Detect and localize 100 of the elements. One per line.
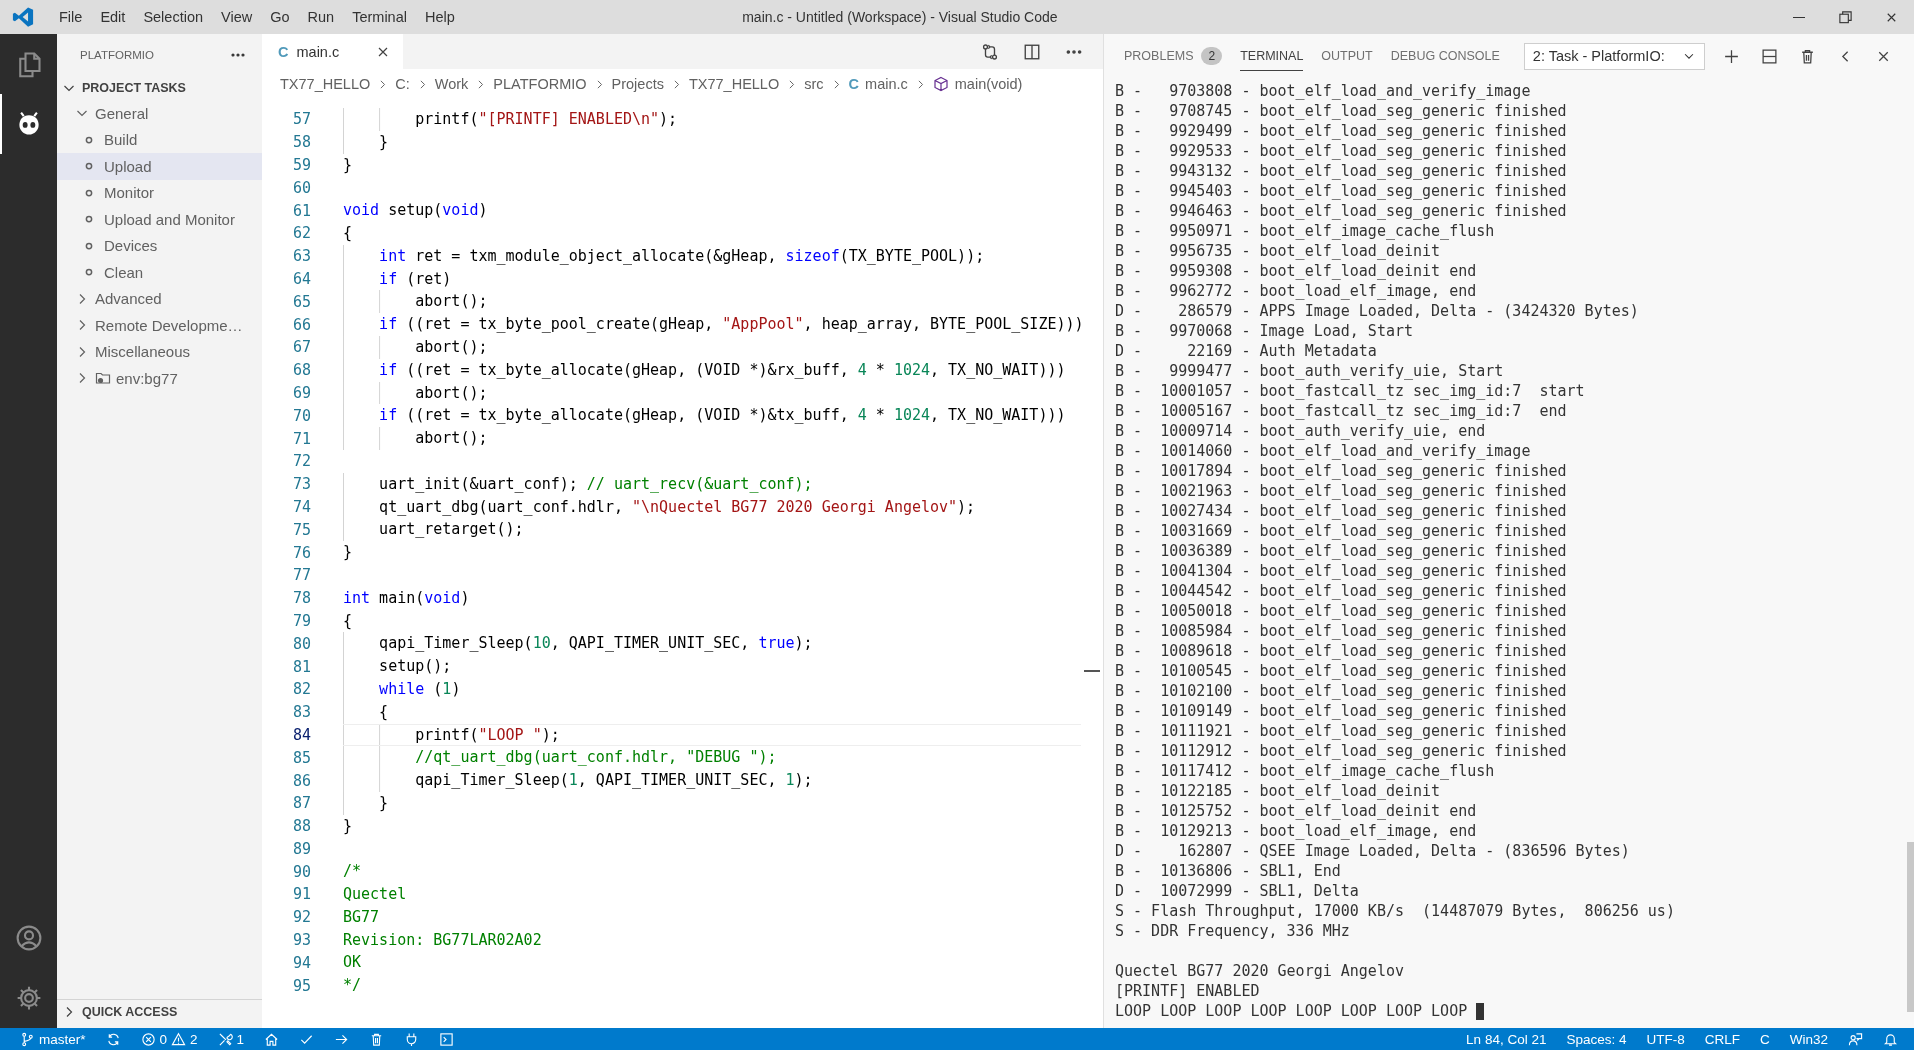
- breadcrumb-item[interactable]: TX77_HELLO: [688, 76, 780, 92]
- code-line: if ((ret = tx_byte_allocate(gHeap, (VOID *)&rx_buff, 4 * 1024, TX_NO_WAIT))): [343, 358, 1081, 382]
- account-icon[interactable]: [14, 924, 43, 952]
- tree-item[interactable]: Upload and Monitor: [57, 206, 262, 233]
- breadcrumb-item[interactable]: Projects: [611, 76, 664, 92]
- folder-icon: [95, 370, 111, 387]
- code-line: int ret = txm_module_object_allocate(&gHeap, sizeof(TX_BYTE_POOL));: [343, 244, 1081, 268]
- code-line: /*: [343, 861, 363, 883]
- tree-item[interactable]: Monitor: [57, 179, 262, 206]
- menu-item[interactable]: Selection: [134, 0, 213, 34]
- tree-item[interactable]: Miscellaneous: [57, 338, 262, 365]
- code-line: }: [343, 815, 354, 837]
- tree-item[interactable]: Clean: [57, 259, 262, 286]
- terminal-line: B - 10050018 - boot_elf_load_seg_generic finished: [1115, 601, 1568, 621]
- terminal-line: B - 10109149 - boot_elf_load_seg_generic finished: [1115, 701, 1568, 721]
- menu-item[interactable]: Run: [298, 0, 344, 34]
- terminal-line: S - Flash Throughput, 17000 KB/s (14487079 Bytes, 806256 us): [1115, 901, 1676, 921]
- problems-button[interactable]: 0 2: [130, 1028, 208, 1050]
- line-number: 87: [291, 794, 311, 813]
- terminal-line: B - 10129213 - boot_load_elf_image, end: [1115, 821, 1478, 841]
- terminal-line: B - 9959308 - boot_elf_load_deinit end: [1115, 261, 1478, 281]
- code-line: abort();: [343, 335, 1081, 359]
- terminal-line: Quectel BG77 2020 Georgi Angelov: [1115, 961, 1405, 981]
- menu-item[interactable]: File: [50, 0, 92, 34]
- terminal-line: B - 10009714 - boot_auth_verify_uie, end: [1115, 421, 1487, 441]
- scrollbar-thumb[interactable]: [1907, 842, 1914, 1012]
- status-item[interactable]: Win32: [1779, 1028, 1838, 1050]
- code-line: Revision: BG77LAR02A02: [343, 929, 543, 951]
- tasks-button[interactable]: 1: [207, 1028, 255, 1050]
- terminal-line: B - 9999477 - boot_auth_verify_uie, Start: [1115, 361, 1505, 381]
- count-badge: 2: [1201, 46, 1223, 65]
- line-number: 94: [291, 953, 311, 972]
- status-item[interactable]: Ln 84, Col 21: [1456, 1028, 1557, 1050]
- status-item[interactable]: CRLF: [1694, 1028, 1750, 1050]
- line-number: 68: [291, 361, 311, 380]
- status-item[interactable]: UTF-8: [1636, 1028, 1695, 1050]
- terminal-line: D - 22169 - Auth Metadata: [1115, 341, 1378, 361]
- breadcrumb-item[interactable]: Work: [434, 76, 469, 92]
- breadcrumb-item[interactable]: PLATFORMIO: [493, 76, 587, 92]
- panel-tab[interactable]: TERMINAL: [1240, 41, 1304, 71]
- tree-item[interactable]: General: [57, 100, 262, 127]
- line-number: 60: [291, 178, 311, 197]
- breadcrumb-item[interactable]: TX77_HELLO: [280, 76, 371, 92]
- terminal-line: B - 10085984 - boot_elf_load_seg_generic finished: [1115, 621, 1568, 641]
- code-line: while (1): [343, 677, 1081, 701]
- line-number: 86: [291, 771, 311, 790]
- menu-item[interactable]: Edit: [91, 0, 135, 34]
- line-number: 70: [291, 406, 311, 425]
- terminal-line: B - 10117412 - boot_elf_image_cache_flush: [1115, 761, 1496, 781]
- tree-item[interactable]: Advanced: [57, 285, 262, 312]
- panel-tab[interactable]: OUTPUT: [1321, 41, 1373, 71]
- panel-tab[interactable]: DEBUG CONSOLE: [1390, 41, 1500, 71]
- terminal-line: B - 10125752 - boot_elf_load_deinit end: [1115, 801, 1478, 821]
- section-header[interactable]: PROJECT TASKS: [57, 76, 262, 100]
- status-item[interactable]: Spaces: 4: [1556, 1028, 1637, 1050]
- panel-tab[interactable]: PROBLEMS 2: [1124, 41, 1223, 71]
- branch-button[interactable]: master*: [10, 1028, 96, 1050]
- c-file-icon: C: [278, 43, 289, 60]
- terminal-line: B - 10014060 - boot_elf_load_and_verify_image: [1115, 441, 1532, 461]
- editor-tab[interactable]: C main.c: [262, 34, 403, 69]
- breadcrumb-item[interactable]: C main.c: [848, 76, 908, 92]
- terminal-line: B - 10112912 - boot_elf_load_seg_generic finished: [1115, 741, 1568, 761]
- terminal-line: B - 10136806 - SBL1, End: [1115, 861, 1342, 881]
- breadcrumb-item[interactable]: main(void): [932, 76, 1023, 92]
- line-number: 92: [291, 908, 311, 927]
- line-number: 89: [291, 839, 311, 858]
- tree-item[interactable]: Build: [57, 126, 262, 153]
- code-line: }: [343, 130, 1081, 154]
- tree-item[interactable]: Devices: [57, 232, 262, 259]
- code-line: if (ret): [343, 267, 1081, 291]
- compare-icon[interactable]: [981, 42, 999, 61]
- warning-icon: [171, 1031, 187, 1047]
- code-line: printf("LOOP ");: [343, 723, 1081, 747]
- line-number: 74: [291, 497, 311, 516]
- line-number: 85: [291, 748, 311, 767]
- menu-item[interactable]: Terminal: [343, 0, 416, 34]
- terminal-line: B - 10005167 - boot_fastcall_tz sec_img_id:7 end: [1115, 401, 1568, 421]
- menu-item[interactable]: View: [212, 0, 262, 34]
- tree-item[interactable]: env:bg77: [57, 365, 262, 392]
- split-editor-icon[interactable]: [1023, 42, 1041, 61]
- plus-icon[interactable]: [1722, 47, 1740, 65]
- overview-ruler-mark: [1084, 670, 1100, 672]
- terminal-line: B - 9929533 - boot_elf_load_seg_generic finished: [1115, 141, 1568, 161]
- terminal-line: B - 10021963 - boot_elf_load_seg_generic finished: [1115, 481, 1568, 501]
- code-line: void setup(void): [343, 200, 489, 222]
- line-number: 83: [291, 703, 311, 722]
- split-terminal-icon[interactable]: [1760, 47, 1778, 65]
- minimize-icon: [1793, 16, 1805, 18]
- code-line: uart_retarget();: [343, 518, 1081, 542]
- breadcrumb-item[interactable]: src: [804, 76, 824, 92]
- terminal-line: LOOP LOOP LOOP LOOP LOOP LOOP LOOP LOOP: [1115, 1001, 1468, 1021]
- status-item[interactable]: C: [1750, 1028, 1780, 1050]
- terminal-dropdown[interactable]: 2: Task - PlatformIO:: [1523, 42, 1705, 70]
- breadcrumb-item[interactable]: C:: [395, 76, 410, 92]
- line-number: 59: [291, 156, 311, 174]
- line-number: 77: [291, 566, 311, 585]
- tree-item[interactable]: Upload: [57, 153, 262, 180]
- menu-item[interactable]: Help: [415, 0, 464, 34]
- tree-item[interactable]: Remote Developme…: [57, 312, 262, 339]
- menu-item[interactable]: Go: [261, 0, 299, 34]
